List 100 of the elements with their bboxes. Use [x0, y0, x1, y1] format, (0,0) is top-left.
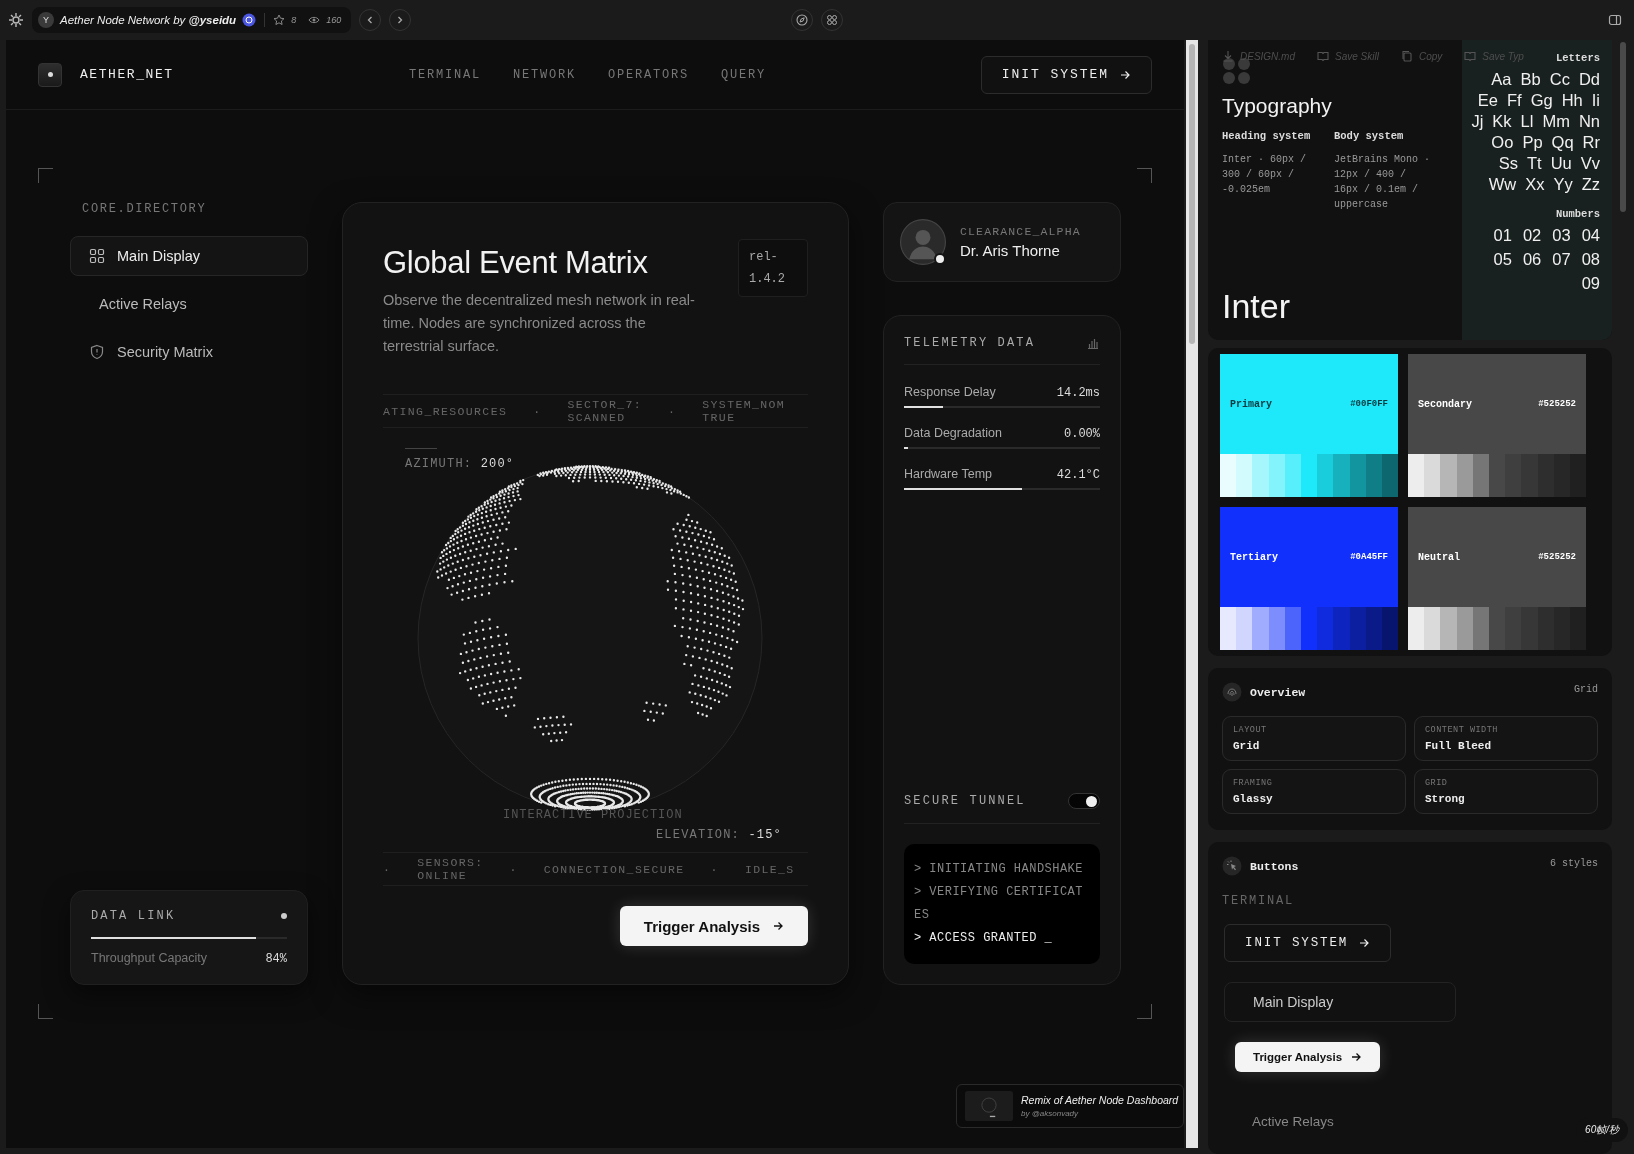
glyph-heading: Letters [1555, 52, 1600, 64]
letter-sample: Rr [1582, 133, 1600, 152]
forward-button[interactable] [389, 9, 412, 31]
trigger-analysis-button[interactable]: Trigger Analysis [619, 906, 808, 946]
console-line: > VERIFYING CERTIFICATES [914, 884, 1084, 924]
arrow-icon [1119, 68, 1131, 81]
setting-value: Strong [1425, 793, 1466, 805]
nav-link[interactable]: QUERY [721, 67, 767, 82]
ticker-item: SENSORS: ONLINE [417, 856, 484, 882]
glyph-heading: Numbers [1555, 208, 1600, 220]
letter-sample: Ll [1520, 112, 1534, 131]
color-shade [1424, 454, 1441, 497]
trigger-analysis-button[interactable]: Trigger Analysis [1235, 1042, 1381, 1072]
profile-name: Dr. Aris Thorne [960, 242, 1061, 259]
letter-sample: Tt [1526, 154, 1542, 173]
grid-icon [89, 248, 105, 264]
number-sample: 01 [1493, 226, 1512, 245]
remix-badge[interactable]: Remix of Aether Node Dashboard by @aksonvady [956, 1084, 1184, 1128]
color-shade [1521, 607, 1538, 650]
metric-label: Throughput Capacity [91, 951, 208, 965]
tunnel-label: SECURE TUNNEL [904, 794, 1026, 808]
book-icon [1464, 50, 1477, 62]
azimuth-label: AZIMUTH: [405, 457, 473, 471]
color-hex: #00F0FF [1350, 399, 1388, 409]
letter-sample: Dd [1578, 70, 1600, 89]
letter-sample: Hh [1561, 91, 1583, 110]
color-shade [1424, 607, 1441, 650]
color-shade [1252, 454, 1269, 497]
setting-label: FRAMING [1233, 778, 1274, 788]
setting-label: GRID [1425, 778, 1449, 788]
book-icon [1317, 50, 1329, 62]
compass-button[interactable] [791, 9, 813, 31]
view-count: 160 [326, 15, 342, 25]
elevation-value: -15° [748, 828, 782, 842]
arrow-icon [1358, 937, 1371, 949]
system-label: Heading system [1222, 130, 1312, 142]
metric-value: 14.2ms [1056, 386, 1100, 400]
letter-sample: Yy [1553, 175, 1573, 194]
tunnel-toggle[interactable] [1068, 793, 1100, 809]
card-title: TELEMETRY DATA [904, 336, 1036, 350]
letter-sample: Ww [1488, 175, 1517, 194]
number-sample: 09 [1581, 274, 1600, 293]
section-tag: 6 styles [1550, 858, 1598, 869]
color-hex: #525252 [1538, 552, 1576, 562]
remix-title: Remix of Aether Node Dashboard [1021, 1094, 1179, 1106]
ticker-item: ATING_RESOURCES [383, 404, 508, 418]
init-system-button[interactable]: INIT SYSTEM [1224, 924, 1392, 962]
color-shade [1440, 607, 1457, 650]
color-shade [1333, 607, 1350, 650]
apps-button[interactable] [821, 9, 843, 31]
brand-name: AETHER_NET [80, 67, 174, 82]
number-sample: 07 [1552, 250, 1571, 269]
pointer-icon [1222, 856, 1242, 876]
color-shade [1408, 607, 1425, 650]
scrollbar[interactable] [1186, 40, 1198, 1148]
version-badge: rel-1.4.2 [738, 239, 808, 297]
eye-icon [308, 14, 321, 26]
nav-link[interactable]: TERMINAL [409, 67, 481, 82]
section-title: Buttons [1250, 859, 1299, 873]
color-shade [1408, 454, 1425, 497]
nav-link[interactable]: NETWORK [513, 67, 577, 82]
system-label: Body system [1334, 130, 1405, 142]
setting-value: Glassy [1233, 793, 1274, 805]
letter-sample: Kk [1492, 112, 1512, 131]
star-icon [273, 14, 286, 26]
download-icon [1222, 50, 1234, 62]
letter-sample: Ii [1591, 91, 1600, 110]
ticker-item: IDLE_S [744, 862, 795, 876]
clearance-label: CLEARANCE_ALPHA [960, 225, 1081, 238]
init-system-button[interactable]: INIT SYSTEM [980, 55, 1152, 94]
system-spec: Inter · 60px / 300 / 60px / -0.025em [1222, 153, 1307, 197]
star-count: 8 [291, 15, 297, 25]
sidebar-item[interactable]: Main Display [70, 236, 308, 276]
color-shade [1220, 454, 1237, 497]
letter-sample: Ss [1498, 154, 1518, 173]
fingerprint-icon [1222, 682, 1242, 702]
author-avatar: Y [38, 12, 54, 28]
settings-icon[interactable] [8, 12, 24, 28]
letter-sample: Vv [1580, 154, 1600, 173]
sidebar-item[interactable]: Active Relays [70, 284, 308, 324]
letter-sample: Cc [1549, 70, 1570, 89]
remix-author: by @aksonvady [1021, 1109, 1080, 1118]
sidebar-item[interactable]: Security Matrix [70, 332, 308, 372]
text-link-button[interactable]: Active Relays [1224, 1114, 1334, 1129]
ticker-item: · [710, 862, 719, 876]
metric-value: 84% [265, 952, 287, 966]
metric-label: Hardware Temp [904, 467, 992, 481]
setting-value: Grid [1233, 740, 1261, 752]
sidebar-toggle-icon[interactable] [1608, 13, 1622, 27]
letter-sample: Aa [1491, 70, 1512, 89]
back-button[interactable] [359, 9, 382, 31]
ticker-item: SYSTEM_NOM TRUE [702, 398, 786, 424]
section-tag: Grid [1574, 684, 1598, 695]
metric-label: Response Delay [904, 385, 996, 399]
color-shade [1252, 607, 1269, 650]
nav-button[interactable]: Main Display [1224, 982, 1456, 1022]
system-spec: JetBrains Mono · 12px / 400 / 16px / 0.1em / uppercase [1334, 153, 1430, 212]
nav-link[interactable]: OPERATORS [608, 67, 690, 82]
console-line: > ACCESS GRANTED _ [914, 930, 1054, 947]
letter-sample: Xx [1525, 175, 1545, 194]
